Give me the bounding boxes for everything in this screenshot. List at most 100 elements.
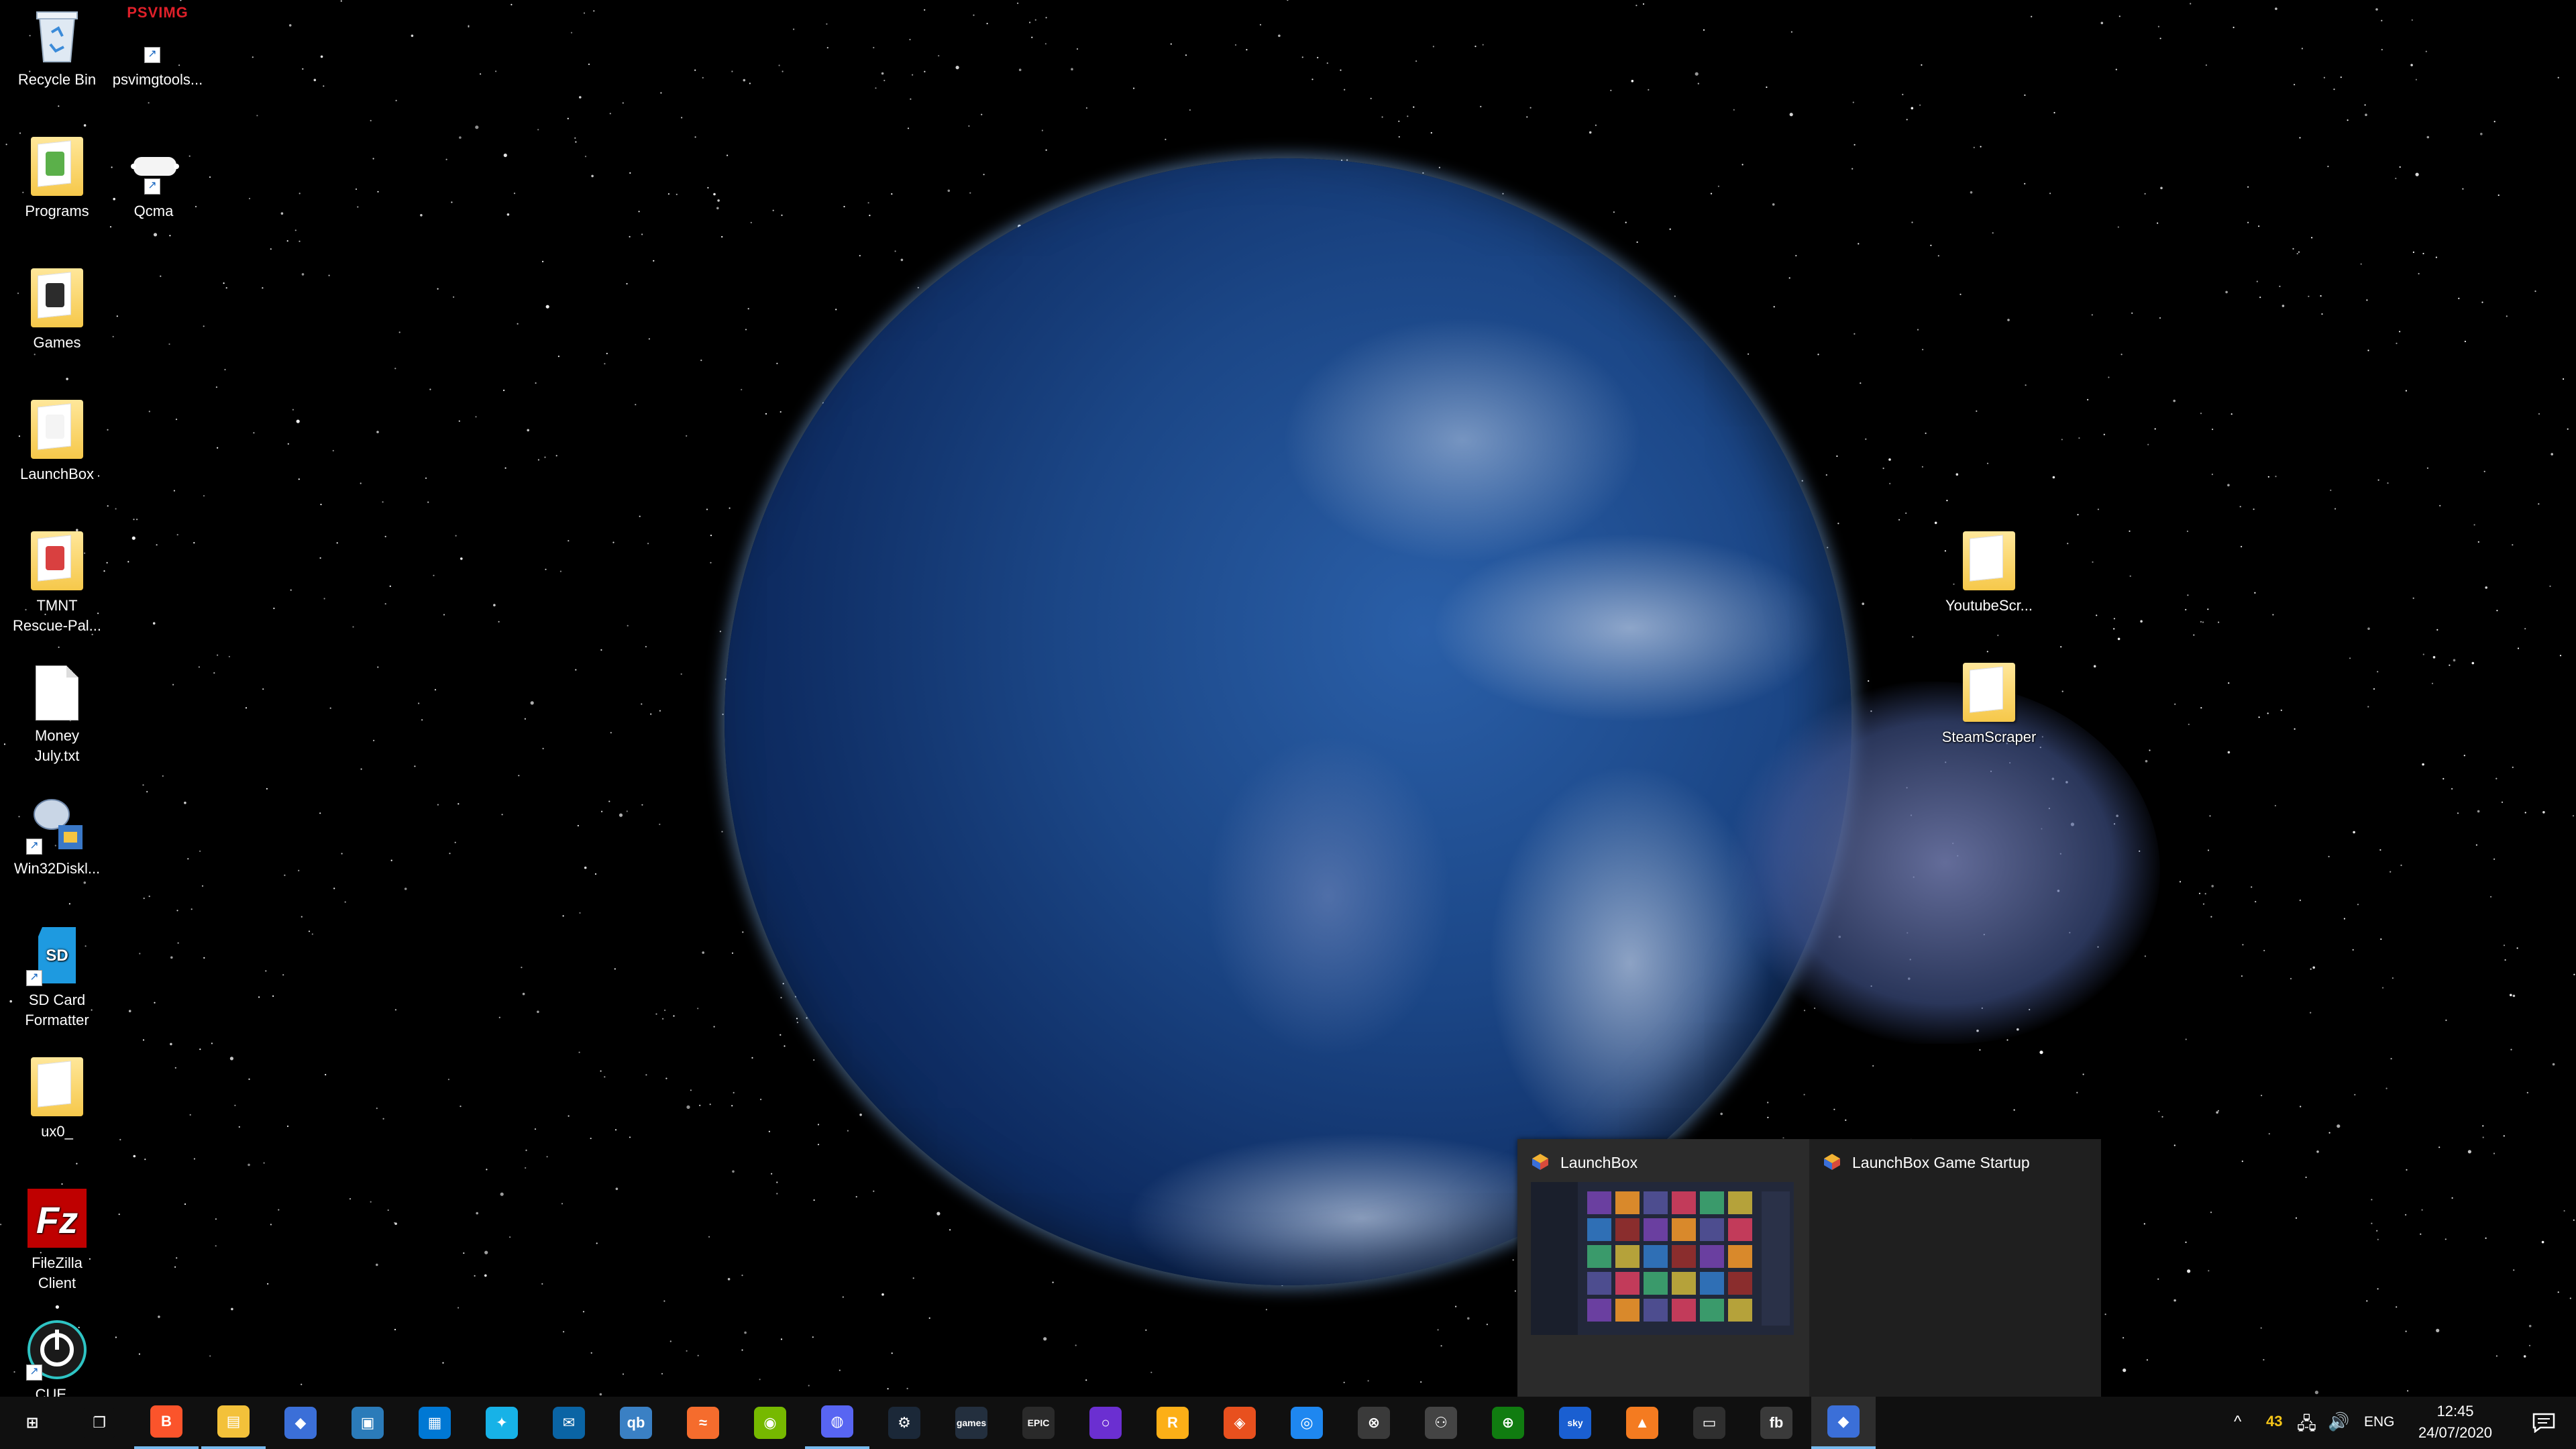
taskbar-start-button[interactable]: ⊞: [0, 1397, 64, 1449]
desktop-icon-sd-card-formatter[interactable]: SD ↗ SD Card Formatter: [0, 923, 114, 1030]
taskbar-game-controller-app[interactable]: ⚇: [1409, 1397, 1473, 1449]
taskbar-sky-go[interactable]: sky: [1543, 1397, 1607, 1449]
desktop-icon-tmnt[interactable]: TMNT Rescue-Pal...: [0, 529, 114, 636]
desktop-icon-label: Win32Diskl...: [13, 860, 101, 877]
file-explorer-icon: ▤: [217, 1405, 250, 1438]
desktop-icon-label: Games: [33, 334, 81, 351]
virtualbox-icon: ▣: [352, 1407, 384, 1439]
text-file-icon: [36, 665, 78, 720]
preview-game-grid: [1587, 1191, 1752, 1322]
desktop-icon-win32diskimager[interactable]: ↗ Win32Diskl...: [0, 792, 114, 879]
desktop-icon-youtubescraper[interactable]: YoutubeScr...: [1932, 529, 2046, 616]
earth-wallpaper: [724, 158, 2160, 1285]
taskbar-rockstar-launcher[interactable]: R: [1140, 1397, 1205, 1449]
folder-icon: [31, 137, 83, 196]
preview-details-pane: [1762, 1191, 1790, 1326]
desktop-icon-steamscraper[interactable]: SteamScraper: [1932, 660, 2046, 747]
icue-icon: ↗: [25, 1318, 89, 1382]
launchbox-icon: [1824, 1154, 1840, 1170]
desktop-icon-label: TMNT Rescue-Pal...: [12, 597, 102, 634]
thumbnail-title: LaunchBox Game Startup: [1852, 1154, 2030, 1171]
taskbar-file-explorer[interactable]: ▤: [201, 1397, 266, 1449]
taskbar-microsoft-store[interactable]: ▦: [402, 1397, 467, 1449]
taskbar-fb-app[interactable]: fb: [1744, 1397, 1809, 1449]
taskbar-ubisoft-connect[interactable]: ◎: [1275, 1397, 1339, 1449]
taskbar-vlc[interactable]: ▲: [1610, 1397, 1674, 1449]
rockstar-launcher-icon: R: [1157, 1407, 1189, 1439]
volume-icon[interactable]: 🔊: [2328, 1411, 2349, 1432]
taskbar-launchbox-running[interactable]: ◆: [1811, 1397, 1876, 1449]
desktop-icon-label: LaunchBox: [19, 466, 95, 482]
taskbar-brave-browser[interactable]: B: [134, 1397, 199, 1449]
desktop-icon-qcma[interactable]: ↗ Qcma: [97, 134, 211, 221]
taskbar-qbittorrent[interactable]: qb: [604, 1397, 668, 1449]
epic-games-icon: EPIC: [1022, 1407, 1055, 1439]
steam-icon: ⚙: [888, 1407, 920, 1439]
desktop-icon-launchbox-folder[interactable]: LaunchBox: [0, 397, 114, 484]
taskbar-location-app[interactable]: ◈: [1208, 1397, 1272, 1449]
desktop[interactable]: Recycle Bin Programs Games LaunchBox TMN…: [0, 0, 2576, 1449]
desktop-icon-icue[interactable]: ↗ CUE...: [0, 1318, 114, 1398]
network-icon[interactable]: 🖧: [2297, 1411, 2316, 1441]
action-center-button[interactable]: [2512, 1397, 2576, 1449]
task-view-button-icon: ❐: [83, 1407, 115, 1439]
folder-icon: [31, 400, 83, 459]
clock-time: 12:45: [2436, 1403, 2474, 1419]
tray-overflow-button[interactable]: ^: [2234, 1413, 2241, 1432]
nvidia-geforce-icon: ◉: [754, 1407, 786, 1439]
desktop-icon-recycle-bin[interactable]: Recycle Bin: [0, 3, 114, 90]
brave-browser-icon: B: [150, 1405, 182, 1438]
thumbnail-launchbox-game-startup[interactable]: LaunchBox Game Startup: [1809, 1139, 2101, 1397]
svg-text:Fz: Fz: [36, 1199, 78, 1241]
taskbar-epic-games[interactable]: EPIC: [1006, 1397, 1071, 1449]
location-app-icon: ◈: [1224, 1407, 1256, 1439]
taskbar-virtualbox[interactable]: ▣: [335, 1397, 400, 1449]
taskbar-launchbox[interactable]: ◆: [268, 1397, 333, 1449]
desktop-icon-label: FileZilla Client: [32, 1254, 83, 1291]
shortcut-arrow-icon: ↗: [26, 970, 42, 986]
qcma-icon: ↗: [121, 134, 186, 199]
sd-card-icon: SD ↗: [25, 923, 89, 987]
svg-text:SD: SD: [46, 947, 68, 965]
language-indicator[interactable]: ENG: [2364, 1414, 2395, 1430]
taskbar-thumbnail-popup: LaunchBox LaunchBox Game Startup: [1517, 1139, 2101, 1397]
shortcut-arrow-icon: ↗: [144, 178, 160, 195]
taskbar-discord[interactable]: ◍: [805, 1397, 869, 1449]
folder-icon: [1963, 531, 2015, 590]
xbox-icon: ⊗: [1358, 1407, 1390, 1439]
desktop-icon-filezilla[interactable]: Fz FileZilla Client: [0, 1186, 114, 1293]
shortcut-arrow-icon: ↗: [26, 839, 42, 855]
taskbar-xbox-console-companion[interactable]: ⊕: [1476, 1397, 1540, 1449]
desktop-icon-psvimgtools[interactable]: PSVIMG ↗ psvimgtools...: [101, 3, 215, 90]
desktop-icon-label: YoutubeScr...: [1945, 597, 2033, 614]
clock[interactable]: 12:45 24/07/2020: [2408, 1401, 2502, 1444]
taskbar-task-view-button[interactable]: ❐: [67, 1397, 131, 1449]
taskbar-kodi[interactable]: ✦: [470, 1397, 534, 1449]
tray-badge-count[interactable]: 43: [2266, 1413, 2282, 1430]
vlc-icon: ▲: [1626, 1407, 1658, 1439]
taskbar-cortana[interactable]: ○: [1073, 1397, 1138, 1449]
taskbar-oculus[interactable]: ▭: [1677, 1397, 1741, 1449]
folder-icon: [1963, 663, 2015, 722]
desktop-icon-label: CUE...: [35, 1386, 79, 1398]
thumbnail-launchbox[interactable]: LaunchBox: [1517, 1139, 1809, 1397]
desktop-icon-games[interactable]: Games: [0, 266, 114, 353]
taskbar: ⊞ ❐ B ▤ ◆ ▣ ▦ ✦ ✉ qb ≈ ◉ ◍ ⚙ games EPIC ○ R ◈ ◎ ⊗ ⚇ ⊕ sky ▲ ▭ fb ◆ …: [0, 1397, 2576, 1449]
launchbox-window-preview: [1531, 1182, 1794, 1335]
desktop-icon-money-july[interactable]: Money July.txt: [0, 660, 114, 766]
taskbar-steam[interactable]: ⚙: [872, 1397, 936, 1449]
amazon-games-icon: games: [955, 1407, 987, 1439]
taskbar-nvidia-geforce[interactable]: ◉: [738, 1397, 802, 1449]
launchbox-icon: ◆: [284, 1407, 317, 1439]
taskbar-origin[interactable]: ≈: [671, 1397, 735, 1449]
desktop-icon-ux0[interactable]: ux0_: [0, 1055, 114, 1142]
microsoft-store-icon: ▦: [419, 1407, 451, 1439]
taskbar-mail[interactable]: ✉: [537, 1397, 601, 1449]
desktop-icon-label: SD Card Formatter: [25, 991, 89, 1028]
taskbar-amazon-games[interactable]: games: [939, 1397, 1004, 1449]
cortana-icon: ○: [1089, 1407, 1122, 1439]
desktop-icon-label: Recycle Bin: [17, 71, 97, 88]
taskbar-xbox[interactable]: ⊗: [1342, 1397, 1406, 1449]
game-controller-app-icon: ⚇: [1425, 1407, 1457, 1439]
kodi-icon: ✦: [486, 1407, 518, 1439]
